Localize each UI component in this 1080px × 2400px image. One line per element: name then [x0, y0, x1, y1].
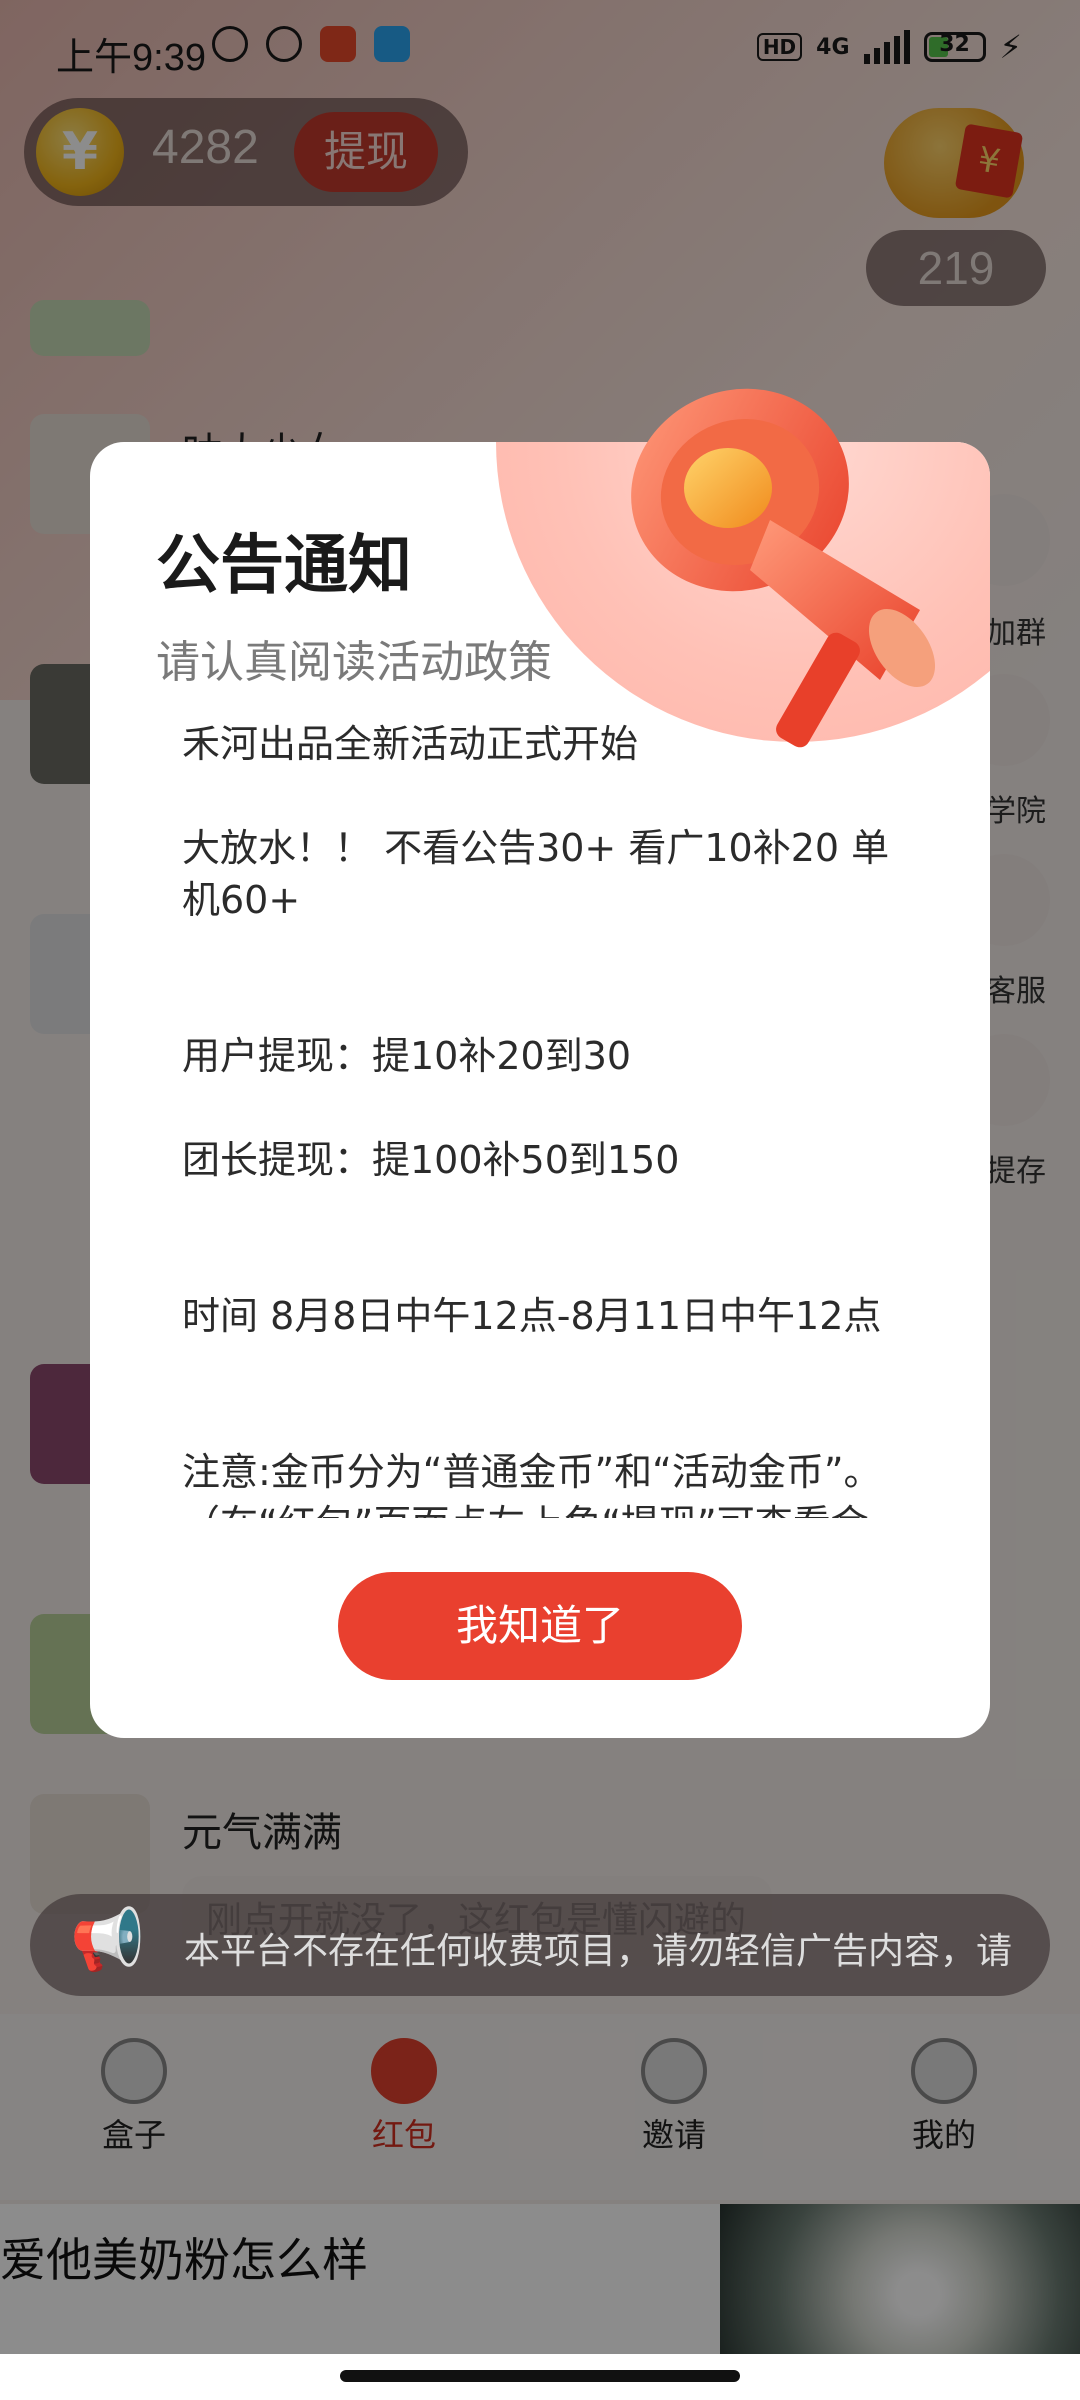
dialog-body[interactable]: 禾河出品全新活动正式开始 大放水！！ 不看公告30+ 看广10补20 单机60+… — [182, 718, 912, 1518]
dialog-paragraph: 注意:金币分为“普通金币”和“活动金币”。（在“红包”页面点左上角“提现”可查看… — [182, 1450, 882, 1518]
dialog-paragraph: 团长提现：提100补50到150 — [182, 1138, 680, 1182]
confirm-button[interactable]: 我知道了 — [338, 1572, 742, 1680]
dialog-title: 公告通知 — [156, 529, 412, 603]
megaphone-icon: 📢 — [70, 1905, 145, 1975]
dialog-paragraph: 用户提现：提10补20到30 — [182, 1034, 632, 1078]
dialog-paragraph: 大放水！！ 不看公告30+ 看广10补20 单机60+ — [182, 826, 890, 922]
home-indicator[interactable] — [340, 2370, 740, 2382]
dialog-paragraph: 时间 8月8日中午12点-8月11日中午12点 — [182, 1294, 882, 1338]
dialog-subtitle: 请认真阅读活动政策 — [156, 637, 552, 688]
megaphone-icon — [631, 388, 936, 748]
notice-marquee[interactable]: 📢 本平台不存在任何收费项目，请勿轻信广告内容，请 — [30, 1894, 1050, 1996]
notice-text: 本平台不存在任何收费项目，请勿轻信广告内容，请 — [184, 1931, 1013, 1972]
